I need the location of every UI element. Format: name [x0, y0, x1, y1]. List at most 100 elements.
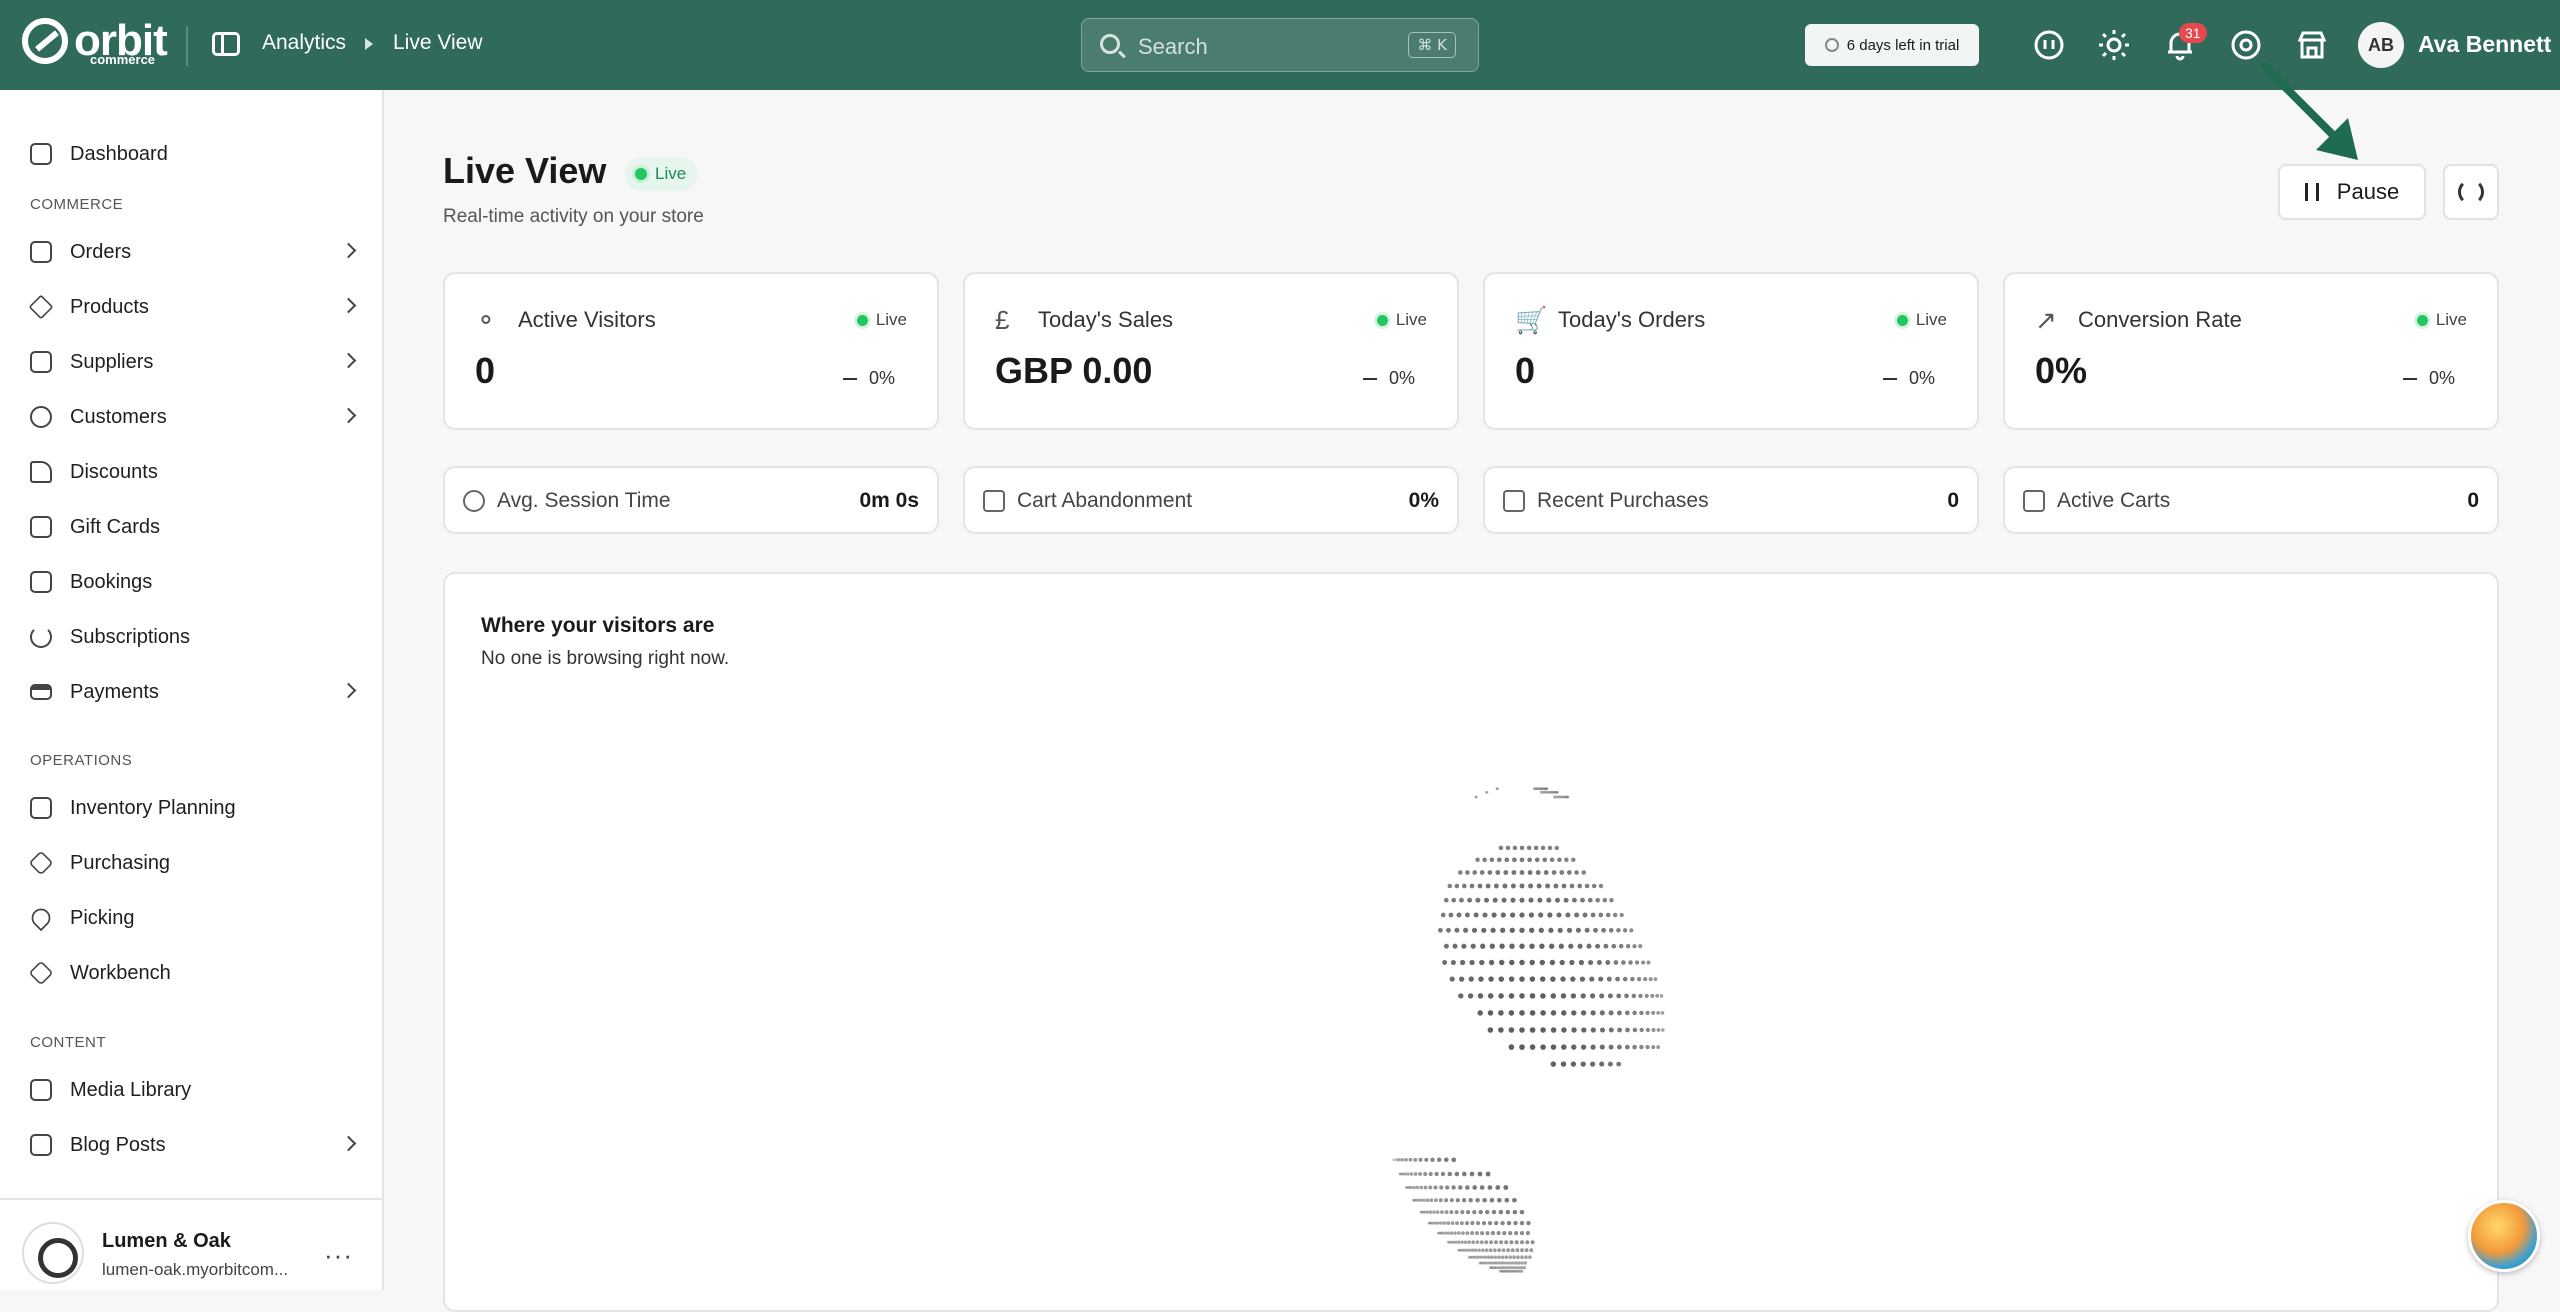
stat-title: Active Visitors	[518, 307, 656, 332]
trend-icon: ↗	[2035, 305, 2057, 335]
sidebar-item-purchasing[interactable]: Purchasing	[28, 845, 354, 881]
sidebar-item-label: Bookings	[70, 570, 153, 593]
mini-title: Cart Abandonment	[1017, 489, 1193, 512]
search-placeholder: Search	[1138, 34, 1208, 59]
stat-title: Today's Sales	[1038, 307, 1174, 332]
cart-icon: 🛒	[1515, 305, 1548, 335]
sidebar-item-customers[interactable]: Customers	[30, 399, 357, 435]
logo-subtext: commerce	[90, 52, 156, 67]
stat-title: Conversion Rate	[2078, 307, 2242, 332]
feedback-icon[interactable]	[2032, 28, 2066, 62]
products-icon	[28, 294, 54, 320]
live-dot-icon	[1896, 314, 1908, 326]
section-title: COMMERCE	[30, 196, 124, 213]
orders-icon	[30, 241, 52, 263]
image-icon	[30, 1079, 52, 1101]
live-dot-icon	[1376, 314, 1388, 326]
clipboard-icon	[30, 797, 52, 819]
search-icon	[1100, 34, 1120, 54]
sidebar-item-workbench[interactable]: Workbench	[28, 955, 354, 991]
store-icon[interactable]	[2295, 28, 2329, 62]
dotted-globe[interactable]	[1252, 770, 1752, 1290]
sidebar-item-label: Gift Cards	[70, 515, 161, 538]
refresh-icon	[2458, 179, 2484, 205]
sidebar-item-bookings[interactable]: Bookings	[30, 564, 354, 600]
help-lifebuoy-icon[interactable]	[2229, 28, 2263, 62]
live-indicator: Live	[856, 310, 907, 330]
user-name[interactable]: Ava Bennett	[2418, 31, 2551, 58]
live-label: Live	[2435, 310, 2467, 329]
sidebar-item-label: Payments	[70, 680, 159, 703]
card-icon	[30, 684, 52, 700]
stat-card-active-visitors: ⚬ Active Visitors Live 0 0%	[443, 272, 939, 430]
sidebar: Dashboard COMMERCE Orders Products Suppl…	[0, 90, 384, 1290]
sidebar-item-label: Workbench	[70, 961, 171, 984]
stat-value: 0%	[2035, 350, 2088, 391]
arrow-annotation-icon	[2260, 62, 2358, 160]
store-switcher[interactable]: Lumen & Oak lumen-oak.myorbitcom... ···	[0, 1198, 384, 1290]
assistant-avatar-button[interactable]	[2468, 1200, 2540, 1272]
live-label: Live	[875, 310, 907, 329]
sidebar-toggle-icon[interactable]	[212, 32, 240, 56]
stat-card-todays-orders: 🛒 Today's Orders Live 0 0%	[1483, 272, 1979, 430]
sidebar-item-discounts[interactable]: Discounts	[30, 454, 354, 490]
cart-icon	[983, 490, 1005, 512]
map-subtitle: No one is browsing right now.	[481, 648, 730, 669]
pause-button[interactable]: Pause	[2278, 164, 2426, 220]
live-dot-icon	[856, 314, 868, 326]
box-icon	[28, 850, 54, 876]
stat-card-conversion-rate: ↗ Conversion Rate Live 0% 0%	[2003, 272, 2499, 430]
calendar-icon	[30, 571, 52, 593]
sidebar-item-products[interactable]: Products	[28, 289, 357, 325]
clock-icon	[1824, 38, 1839, 52]
mini-card-recent-purchases: Recent Purchases 0	[1483, 466, 1979, 534]
sidebar-item-dashboard[interactable]: Dashboard	[30, 136, 354, 172]
pin-icon	[27, 904, 55, 932]
store-name: Lumen & Oak	[102, 1230, 231, 1252]
sidebar-item-label: Discounts	[70, 460, 158, 483]
sidebar-item-orders[interactable]: Orders	[30, 234, 357, 270]
notification-count-badge: 31	[2179, 23, 2207, 43]
store-logo-icon	[22, 1222, 84, 1284]
chevron-right-icon	[340, 352, 357, 369]
trial-badge[interactable]: 6 days left in trial	[1805, 24, 1979, 66]
stat-change: 0%	[843, 368, 895, 389]
store-url: lumen-oak.myorbitcom...	[102, 1260, 289, 1279]
live-status-badge: Live	[625, 157, 699, 191]
stat-value: 0	[1515, 350, 1536, 391]
live-label: Live	[1395, 310, 1427, 329]
sidebar-item-label: Suppliers	[70, 350, 154, 373]
section-title: OPERATIONS	[30, 752, 133, 769]
theme-sun-icon[interactable]	[2097, 28, 2131, 62]
stat-change: 0%	[1363, 368, 1415, 389]
users-icon: ⚬	[475, 305, 497, 335]
breadcrumb-chevron-icon	[365, 38, 373, 50]
sidebar-item-suppliers[interactable]: Suppliers	[30, 344, 357, 380]
refresh-button[interactable]	[2443, 164, 2499, 220]
sidebar-item-label: Orders	[70, 240, 132, 263]
sidebar-item-inventory-planning[interactable]: Inventory Planning	[30, 790, 354, 826]
mini-card-active-carts: Active Carts 0	[2003, 466, 2499, 534]
more-options-icon[interactable]: ···	[324, 1240, 353, 1271]
sidebar-item-label: Products	[70, 295, 149, 318]
live-label: Live	[1915, 310, 1947, 329]
stat-change: 0%	[2403, 368, 2455, 389]
sidebar-item-label: Inventory Planning	[70, 796, 236, 819]
breadcrumb-analytics[interactable]: Analytics	[262, 31, 346, 55]
stat-value: 0	[475, 350, 496, 391]
dashboard-icon	[30, 143, 52, 165]
sidebar-item-blog-posts[interactable]: Blog Posts	[30, 1127, 357, 1163]
bag-icon	[1503, 490, 1525, 512]
sidebar-item-payments[interactable]: Payments	[30, 674, 357, 710]
mini-card-avg-session: Avg. Session Time 0m 0s	[443, 466, 939, 534]
mini-value: 0	[1947, 489, 1959, 512]
blog-icon	[30, 1134, 52, 1156]
sidebar-item-picking[interactable]: Picking	[27, 900, 354, 936]
clock-icon	[463, 490, 485, 512]
mini-card-cart-abandonment: Cart Abandonment 0%	[963, 466, 1459, 534]
top-bar: orbit commerce Analytics Live View Searc…	[0, 0, 2560, 90]
sidebar-item-media-library[interactable]: Media Library	[30, 1072, 354, 1108]
search-input[interactable]: Search ⌘ K	[1081, 18, 1479, 72]
sidebar-item-subscriptions[interactable]: Subscriptions	[30, 619, 354, 655]
sidebar-item-gift-cards[interactable]: Gift Cards	[30, 509, 354, 545]
